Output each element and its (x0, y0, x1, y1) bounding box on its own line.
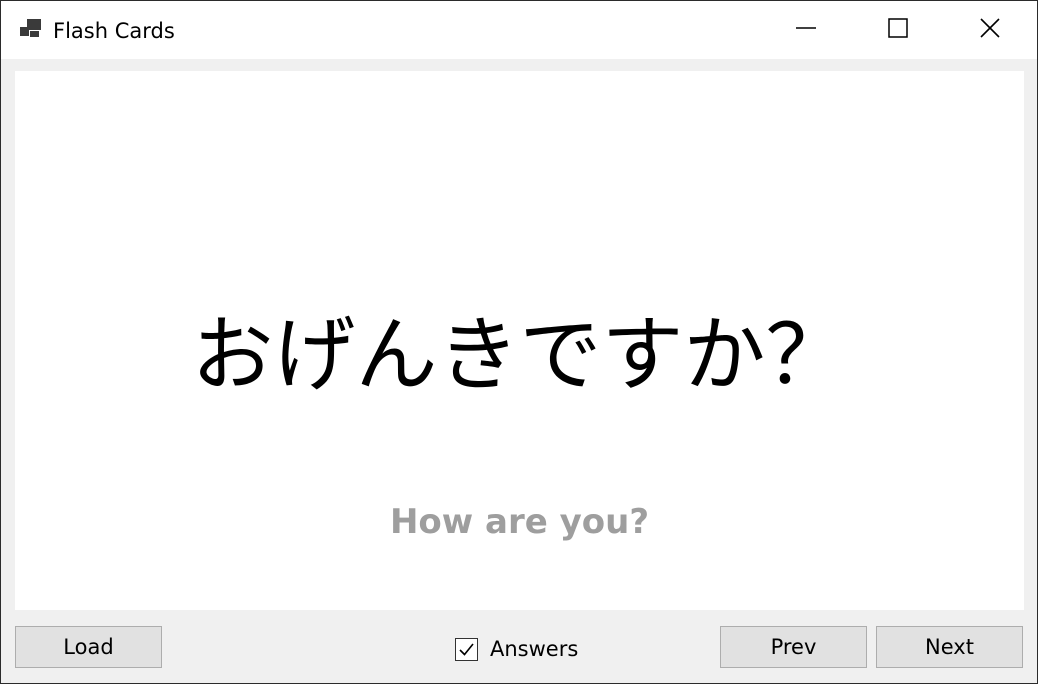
checkbox-check-icon[interactable] (455, 637, 478, 661)
app-icon (19, 18, 43, 40)
maximize-icon (887, 17, 909, 43)
close-icon (979, 17, 1001, 43)
title-bar[interactable]: Flash Cards (1, 1, 1037, 59)
answers-checkbox[interactable]: Answers (455, 634, 578, 664)
prev-button[interactable]: Prev (720, 626, 867, 668)
minimize-button[interactable] (760, 1, 852, 59)
close-button[interactable] (944, 1, 1036, 59)
card-question: おげんきですか？ (191, 308, 848, 403)
window-title: Flash Cards (53, 19, 175, 43)
flash-card: おげんきですか？ How are you? (15, 71, 1024, 610)
maximize-button[interactable] (852, 1, 944, 59)
card-answer: How are you? (389, 502, 650, 542)
next-button[interactable]: Next (876, 626, 1023, 668)
answers-label: Answers (490, 637, 579, 661)
load-button[interactable]: Load (15, 626, 162, 668)
flash-cards-window: Flash Cards おげんきですか？ How are you? Load A… (0, 0, 1038, 684)
minimize-icon (795, 17, 817, 43)
